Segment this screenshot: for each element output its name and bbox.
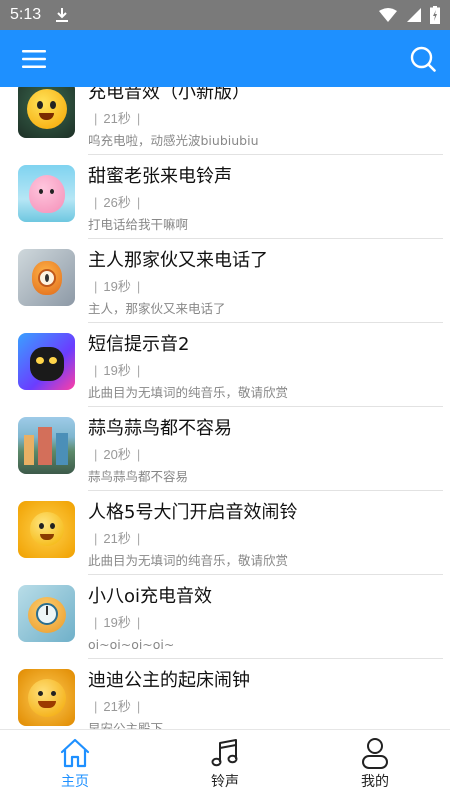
list-item[interactable]: 蒜鸟蒜鸟都不容易 | 20秒 | 蒜鸟蒜鸟都不容易 [0,415,450,499]
list-item[interactable]: 迪迪公主的起床闹钟 | 21秒 | 早安公主殿下 [0,667,450,729]
ringtone-description: oi~oi~oi~oi~ [88,637,175,652]
ringtone-title: 甜蜜老张来电铃声 [88,166,232,187]
signal-icon [407,8,421,22]
list-item[interactable]: 短信提示音2 | 19秒 | 此曲目为无填词的纯音乐，敬请欣赏 [0,331,450,415]
tab-home-label: 主页 [61,774,89,790]
search-icon [410,46,436,72]
ringtone-thumbnail [18,333,75,390]
ringtone-duration: 19秒 [103,615,131,630]
ringtone-description: 主人，那家伙又来电话了 [88,301,226,316]
ringtone-title: 人格5号大门开启音效闹铃 [88,502,298,523]
ringtone-duration: 20秒 [103,447,131,462]
ringtone-description: 蒜鸟蒜鸟都不容易 [88,469,189,484]
ringtone-thumbnail [18,501,75,558]
tab-ringtones-label: 铃声 [211,774,239,790]
list-item[interactable]: 小八oi充电音效 | 19秒 | oi~oi~oi~oi~ [0,583,450,667]
ringtone-description: 此曲目为无填词的纯音乐，敬请欣赏 [88,385,289,400]
ringtone-description: 呜充电啦，动感光波biubiubiu [88,133,259,148]
bottom-nav: 主页 铃声 我的 [0,729,450,800]
menu-button[interactable] [22,49,46,69]
status-bar: 5:13 [0,0,450,30]
ringtone-description: 此曲目为无填词的纯音乐，敬请欣赏 [88,553,289,568]
ringtone-title: 小八oi充电音效 [88,586,213,607]
ringtone-duration: 26秒 [103,195,131,210]
ringtone-duration: 21秒 [103,111,131,126]
ringtone-title: 充电音效（小新版） [88,87,250,103]
ringtone-title: 迪迪公主的起床闹钟 [88,670,250,691]
ringtone-title: 短信提示音2 [88,334,190,355]
ringtone-list[interactable]: 充电音效（小新版） | 21秒 | 呜充电啦，动感光波biubiubiu 甜蜜老张来… [0,87,450,729]
download-icon [56,8,69,22]
list-item[interactable]: 主人那家伙又来电话了 | 19秒 | 主人，那家伙又来电话了 [0,247,450,331]
music-note-icon [211,739,238,767]
tab-home[interactable]: 主页 [0,730,150,800]
ringtone-thumbnail [18,669,75,726]
ringtone-thumbnail [18,585,75,642]
list-item[interactable]: 人格5号大门开启音效闹铃 | 21秒 | 此曲目为无填词的纯音乐，敬请欣赏 [0,499,450,583]
menu-icon [22,49,46,68]
tab-profile-label: 我的 [361,774,389,790]
battery-icon [430,6,440,24]
user-icon [362,738,388,769]
list-item[interactable]: 甜蜜老张来电铃声 | 26秒 | 打电话给我干嘛啊 [0,163,450,247]
app-screen: 5:13 充电音效（小新版） | 21秒 | 呜充电啦，动感光波biubiubi… [0,0,450,800]
app-bar [0,30,450,87]
home-icon [60,738,90,768]
ringtone-duration: 21秒 [103,531,131,546]
tab-profile[interactable]: 我的 [300,730,450,800]
ringtone-title: 主人那家伙又来电话了 [88,250,268,271]
list-item[interactable]: 充电音效（小新版） | 21秒 | 呜充电啦，动感光波biubiubiu [0,87,450,163]
wifi-icon [379,8,397,22]
ringtone-duration: 19秒 [103,363,131,378]
ringtone-duration: 19秒 [103,279,131,294]
tab-ringtones[interactable]: 铃声 [150,730,300,800]
ringtone-thumbnail [18,87,75,138]
ringtone-description: 打电话给我干嘛啊 [88,217,189,232]
ringtone-duration: 21秒 [103,699,131,714]
ringtone-thumbnail [18,417,75,474]
ringtone-thumbnail [18,249,75,306]
ringtone-thumbnail [18,165,75,222]
ringtone-title: 蒜鸟蒜鸟都不容易 [88,418,232,439]
search-button[interactable] [410,46,436,72]
status-time: 5:13 [10,6,42,23]
ringtone-description: 早安公主殿下 [88,721,164,729]
